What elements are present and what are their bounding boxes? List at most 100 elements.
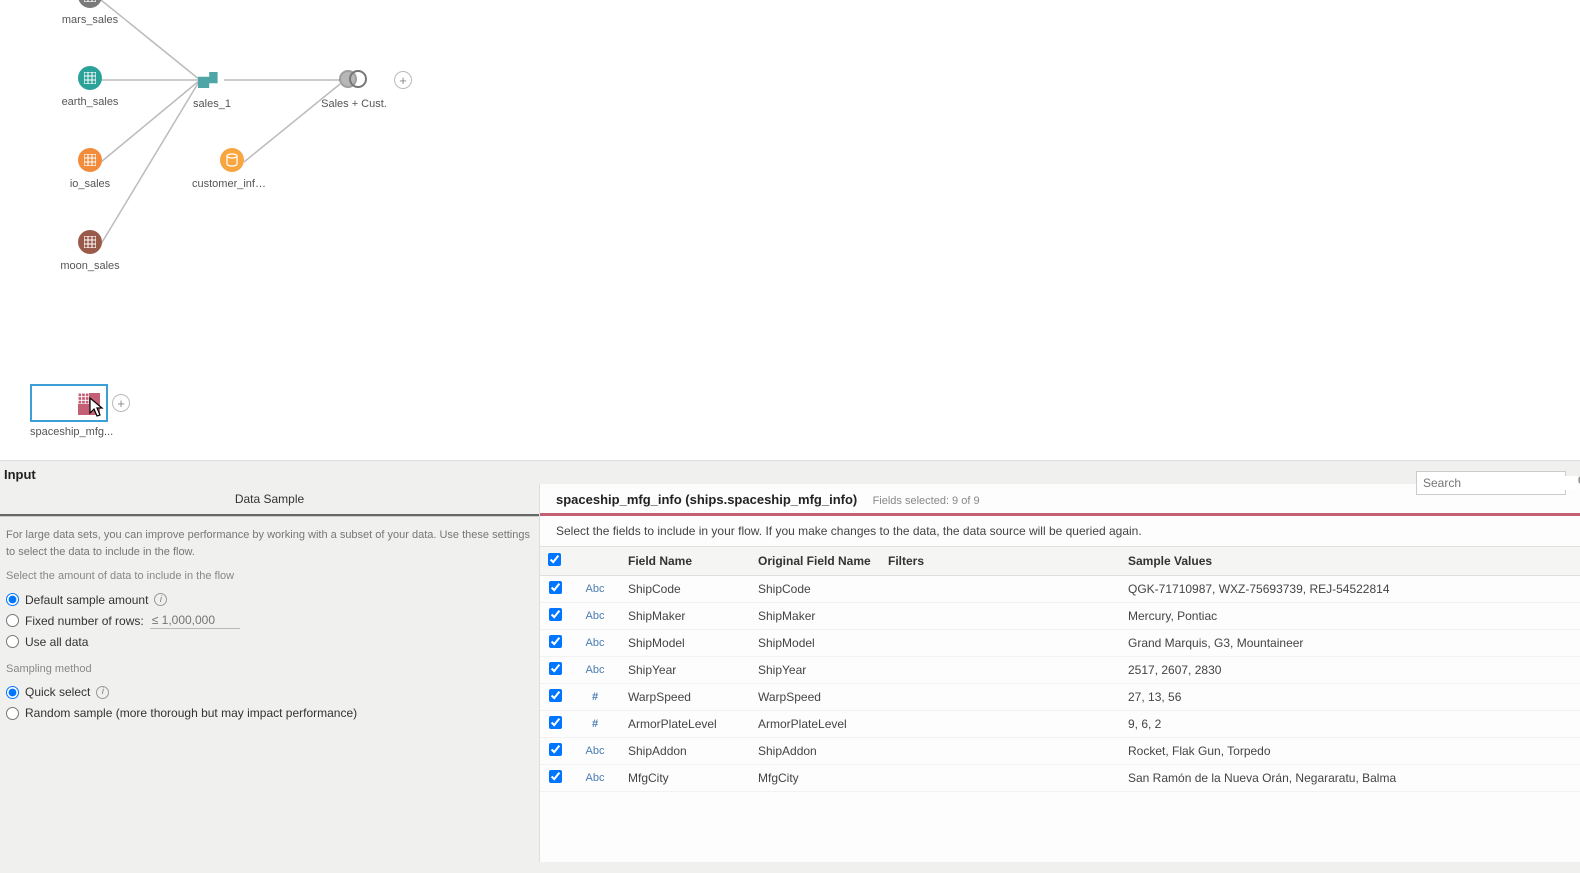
radio-input[interactable]: [6, 686, 19, 699]
field-name: ShipModel: [620, 630, 750, 657]
field-sample-values: 9, 6, 2: [1120, 711, 1580, 738]
node-label: mars_sales: [50, 14, 130, 26]
field-filters: [880, 657, 1120, 684]
field-name: MfgCity: [620, 765, 750, 792]
table-row[interactable]: #ArmorPlateLevelArmorPlateLevel9, 6, 2: [540, 711, 1580, 738]
field-original-name: ArmorPlateLevel: [750, 711, 880, 738]
fixed-rows-input[interactable]: [150, 612, 240, 629]
table-icon: [78, 393, 100, 415]
node-join-sales-cust[interactable]: Sales + Cust.: [314, 68, 394, 110]
table-row[interactable]: AbcShipMakerShipMakerMercury, Pontiac: [540, 603, 1580, 630]
fields-pane: spaceship_mfg_info (ships.spaceship_mfg_…: [540, 484, 1580, 862]
field-filters: [880, 630, 1120, 657]
amount-section-label: Select the amount of data to include in …: [6, 568, 533, 585]
field-checkbox[interactable]: [549, 608, 562, 621]
field-checkbox[interactable]: [549, 635, 562, 648]
database-icon: [220, 148, 244, 172]
field-checkbox[interactable]: [549, 770, 562, 783]
col-header-samples[interactable]: Sample Values: [1120, 547, 1580, 576]
radio-input[interactable]: [6, 707, 19, 720]
data-sample-pane: Data Sample For large data sets, you can…: [0, 484, 540, 862]
field-original-name: ShipCode: [750, 576, 880, 603]
fields-table: Field Name Original Field Name Filters S…: [540, 546, 1580, 792]
table-row[interactable]: AbcShipCodeShipCodeQGK-71710987, WXZ-756…: [540, 576, 1580, 603]
field-original-name: WarpSpeed: [750, 684, 880, 711]
search-box[interactable]: [1416, 471, 1566, 495]
field-checkbox[interactable]: [549, 716, 562, 729]
radio-random-sample[interactable]: Random sample (more thorough but may imp…: [6, 704, 533, 722]
field-checkbox[interactable]: [549, 689, 562, 702]
hint-text: For large data sets, you can improve per…: [6, 527, 533, 560]
node-sales-1[interactable]: sales_1: [172, 68, 252, 110]
node-earth-sales[interactable]: earth_sales: [50, 66, 130, 108]
field-filters: [880, 684, 1120, 711]
table-row[interactable]: AbcShipAddonShipAddonRocket, Flak Gun, T…: [540, 738, 1580, 765]
field-type-icon: #: [570, 684, 620, 711]
field-sample-values: Rocket, Flak Gun, Torpedo: [1120, 738, 1580, 765]
table-row[interactable]: AbcMfgCityMfgCitySan Ramón de la Nueva O…: [540, 765, 1580, 792]
field-type-icon: Abc: [570, 603, 620, 630]
radio-fixed-rows[interactable]: Fixed number of rows:: [6, 612, 533, 630]
table-icon: [78, 230, 102, 254]
col-header-filters[interactable]: Filters: [880, 547, 1120, 576]
field-sample-values: 2517, 2607, 2830: [1120, 657, 1580, 684]
radio-input[interactable]: [6, 614, 19, 627]
panel-title: Input: [4, 467, 36, 482]
field-sample-values: 27, 13, 56: [1120, 684, 1580, 711]
field-type-icon: #: [570, 711, 620, 738]
radio-use-all[interactable]: Use all data: [6, 633, 533, 651]
select-all-checkbox[interactable]: [548, 553, 561, 566]
field-original-name: ShipModel: [750, 630, 880, 657]
node-label: spaceship_mfg...: [30, 426, 110, 438]
field-checkbox[interactable]: [549, 743, 562, 756]
node-io-sales[interactable]: io_sales: [50, 148, 130, 190]
add-step-button[interactable]: +: [394, 71, 412, 89]
flow-canvas[interactable]: mars_sales earth_sales io_sales moon_sal…: [0, 0, 1580, 460]
radio-input[interactable]: [6, 593, 19, 606]
info-icon[interactable]: i: [154, 593, 167, 606]
field-type-icon: Abc: [570, 657, 620, 684]
tab-data-sample[interactable]: Data Sample: [0, 484, 539, 516]
field-original-name: ShipYear: [750, 657, 880, 684]
radio-input[interactable]: [6, 635, 19, 648]
node-label: Sales + Cust.: [314, 98, 394, 110]
field-sample-values: Mercury, Pontiac: [1120, 603, 1580, 630]
col-header-check[interactable]: [540, 547, 570, 576]
field-original-name: MfgCity: [750, 765, 880, 792]
sampling-section-label: Sampling method: [6, 661, 533, 678]
table-row[interactable]: AbcShipYearShipYear2517, 2607, 2830: [540, 657, 1580, 684]
node-spaceship-mfg-selected[interactable]: [30, 384, 108, 422]
radio-quick-select[interactable]: Quick select i: [6, 683, 533, 701]
node-customer-info[interactable]: customer_info ...: [192, 148, 272, 190]
radio-label: Fixed number of rows:: [25, 612, 144, 630]
col-header-fieldname[interactable]: Field Name: [620, 547, 750, 576]
node-label: earth_sales: [50, 96, 130, 108]
table-row[interactable]: AbcShipModelShipModelGrand Marquis, G3, …: [540, 630, 1580, 657]
field-name: ShipMaker: [620, 603, 750, 630]
radio-default-sample[interactable]: Default sample amount i: [6, 591, 533, 609]
node-label: moon_sales: [50, 260, 130, 272]
field-original-name: ShipMaker: [750, 603, 880, 630]
field-checkbox[interactable]: [549, 662, 562, 675]
table-icon: [78, 0, 102, 8]
info-icon[interactable]: i: [96, 686, 109, 699]
node-label: io_sales: [50, 178, 130, 190]
clean-step-icon: [198, 72, 226, 88]
node-label: customer_info ...: [192, 178, 272, 190]
join-icon: [339, 70, 369, 90]
table-row[interactable]: #WarpSpeedWarpSpeed27, 13, 56: [540, 684, 1580, 711]
node-moon-sales[interactable]: moon_sales: [50, 230, 130, 272]
node-mars-sales[interactable]: mars_sales: [50, 0, 130, 26]
field-name: ShipYear: [620, 657, 750, 684]
col-header-type: [570, 547, 620, 576]
field-type-icon: Abc: [570, 630, 620, 657]
field-name: ShipCode: [620, 576, 750, 603]
field-name: ShipAddon: [620, 738, 750, 765]
col-header-original[interactable]: Original Field Name: [750, 547, 880, 576]
radio-label: Random sample (more thorough but may imp…: [25, 704, 357, 722]
search-input[interactable]: [1423, 476, 1578, 490]
field-checkbox[interactable]: [549, 581, 562, 594]
radio-label: Use all data: [25, 633, 88, 651]
add-step-button[interactable]: +: [112, 394, 130, 412]
field-type-icon: Abc: [570, 738, 620, 765]
